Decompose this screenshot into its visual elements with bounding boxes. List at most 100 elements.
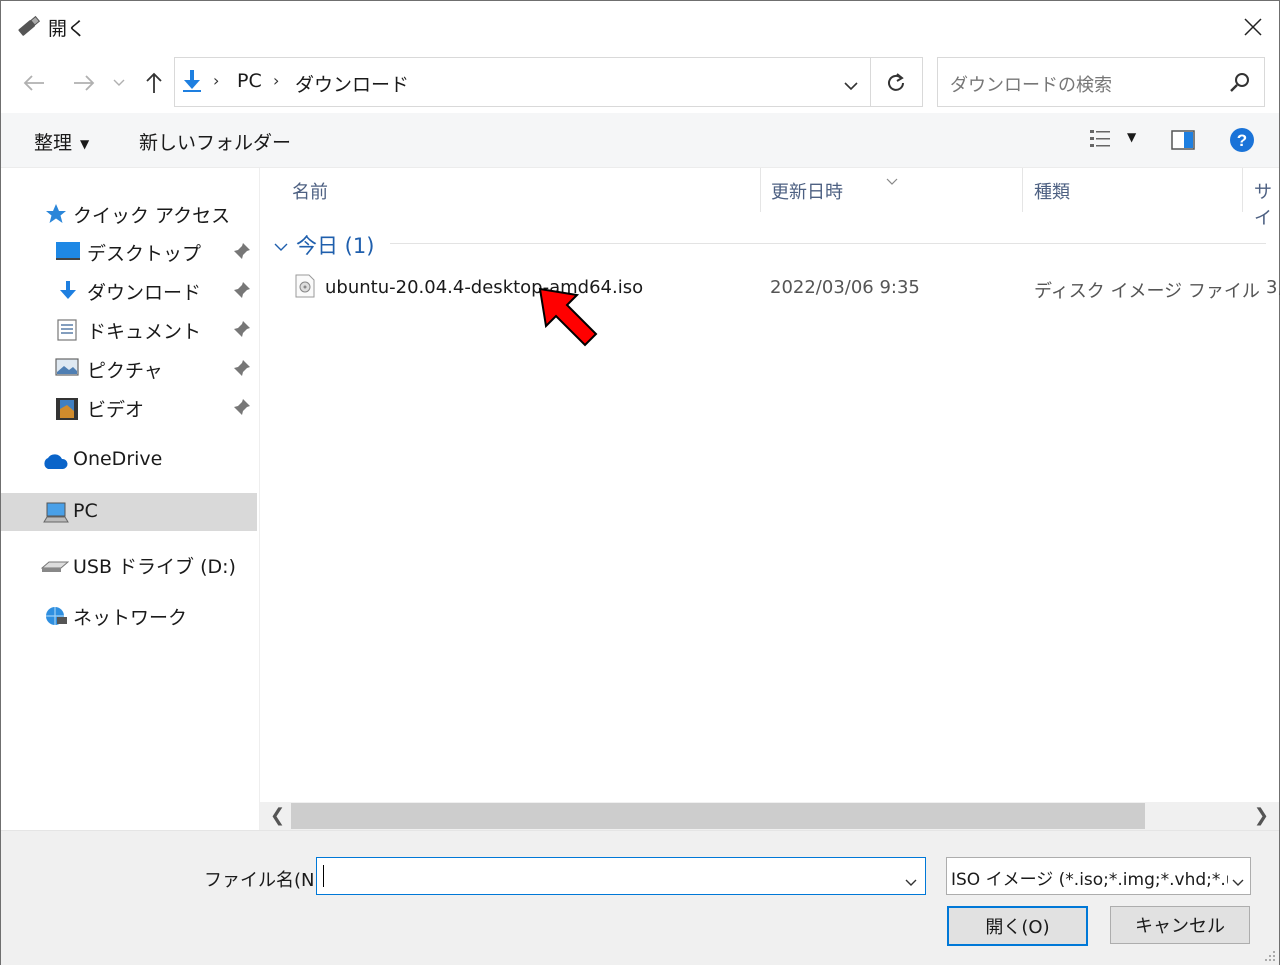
command-toolbar: 整理 ▼ 新しいフォルダー ▼ ? — [1, 113, 1279, 168]
chevron-down-icon — [905, 879, 917, 886]
open-button[interactable]: 開く(O) — [947, 906, 1088, 946]
pin-icon — [234, 321, 250, 337]
file-type-filter-select[interactable]: ISO イメージ (*.iso;*.img;*.vhd;*.u — [946, 857, 1251, 895]
computer-icon — [43, 502, 69, 523]
sidebar-item-label: デスクトップ — [87, 243, 202, 265]
resize-grip-icon[interactable] — [1264, 950, 1276, 962]
close-button[interactable] — [1231, 7, 1275, 47]
address-history-button[interactable] — [844, 74, 858, 96]
sidebar-item-label: ビデオ — [87, 399, 145, 421]
text-caret — [323, 865, 324, 887]
view-options-button[interactable]: ▼ — [1089, 128, 1136, 155]
column-header-type[interactable]: 種類 — [1034, 178, 1070, 204]
sidebar-item-label: OneDrive — [73, 448, 163, 470]
sidebar-item-label: PC — [73, 500, 98, 522]
sidebar-item-onedrive[interactable]: OneDrive — [1, 441, 257, 479]
filename-history-button[interactable] — [905, 870, 917, 892]
network-icon — [46, 607, 67, 625]
file-type: ディスク イメージ ファイル — [1034, 281, 1260, 302]
desktop-icon — [56, 242, 80, 260]
sidebar-item-downloads[interactable]: ダウンロード — [1, 271, 257, 309]
sort-indicator-icon — [886, 168, 898, 190]
group-header-today[interactable]: 今日 (1) — [274, 230, 374, 260]
scrollbar-thumb[interactable] — [291, 803, 1145, 829]
file-list-pane: 名前 更新日時 種類 サイ 今日 (1) ubuntu-20.04.4-desk… — [260, 168, 1280, 802]
search-input[interactable]: ダウンロードの検索 — [950, 71, 1112, 97]
file-type-filter-value: ISO イメージ (*.iso;*.img;*.vhd;*.u — [951, 870, 1237, 890]
recent-locations-button[interactable] — [107, 66, 131, 100]
refresh-icon — [888, 73, 904, 91]
download-icon — [60, 281, 76, 299]
filename-label: ファイル名(N): — [204, 870, 328, 891]
help-icon: ? — [1230, 128, 1254, 152]
scroll-right-icon[interactable]: ❯ — [1254, 805, 1269, 826]
pin-icon — [234, 243, 250, 259]
sidebar-item-label: USB ドライブ (D:) — [73, 556, 236, 578]
cancel-button[interactable]: キャンセル — [1110, 906, 1250, 944]
preview-pane-icon — [1171, 130, 1195, 150]
sidebar-item-pictures[interactable]: ピクチャ — [1, 349, 257, 387]
filename-input[interactable] — [316, 857, 926, 895]
svg-text:?: ? — [1237, 131, 1247, 150]
up-button[interactable] — [139, 66, 169, 100]
sidebar-item-label: クイック アクセス — [73, 205, 231, 227]
chevron-down-icon — [844, 82, 858, 91]
search-box[interactable]: ダウンロードの検索 — [937, 57, 1265, 107]
file-modified: 2022/03/06 9:35 — [770, 277, 920, 298]
new-folder-button[interactable]: 新しいフォルダー — [139, 128, 291, 155]
group-label: 今日 (1) — [296, 234, 375, 258]
navigation-pane: クイック アクセス デスクトップ ダウンロード ドキュメント ピクチャ ビデオ — [1, 168, 260, 830]
help-button[interactable]: ? — [1229, 127, 1255, 158]
caret-down-icon: ▼ — [80, 136, 90, 151]
title-bar: 開く — [1, 1, 1279, 53]
organize-label: 整理 — [34, 132, 73, 154]
up-arrow-icon — [146, 72, 162, 93]
breadcrumb-separator: › — [213, 71, 220, 90]
refresh-button[interactable] — [870, 57, 923, 107]
usb-drive-icon — [41, 561, 69, 572]
preview-pane-button[interactable] — [1171, 130, 1195, 155]
column-divider[interactable] — [760, 168, 761, 212]
window-title: 開く — [48, 18, 87, 40]
caret-down-icon: ▼ — [1127, 130, 1137, 144]
forward-button[interactable] — [69, 66, 99, 100]
pin-icon — [234, 282, 250, 298]
file-size: 3, — [1266, 277, 1280, 298]
back-button[interactable] — [19, 66, 49, 100]
sidebar-item-pc[interactable]: PC — [1, 493, 257, 531]
column-divider[interactable] — [1022, 168, 1023, 212]
column-header-name[interactable]: 名前 — [292, 178, 328, 204]
column-header-modified[interactable]: 更新日時 — [771, 178, 843, 204]
sidebar-item-documents[interactable]: ドキュメント — [1, 310, 257, 348]
sidebar-item-label: ドキュメント — [87, 321, 202, 343]
sidebar-item-usb-drive[interactable]: USB ドライブ (D:) — [1, 545, 257, 583]
download-icon — [181, 69, 203, 98]
horizontal-scrollbar[interactable]: ❮ ❯ — [260, 802, 1279, 830]
sidebar-item-quick-access[interactable]: クイック アクセス — [1, 194, 257, 232]
back-arrow-icon — [23, 75, 44, 91]
organize-button[interactable]: 整理 ▼ — [34, 128, 89, 155]
video-icon — [56, 398, 78, 420]
breadcrumb-downloads[interactable]: ダウンロード — [295, 70, 409, 97]
close-icon — [1244, 18, 1262, 36]
star-icon — [46, 204, 66, 223]
column-divider[interactable] — [1242, 168, 1243, 212]
sidebar-item-videos[interactable]: ビデオ — [1, 388, 257, 426]
search-icon — [1230, 72, 1250, 97]
scroll-left-icon[interactable]: ❮ — [270, 805, 285, 826]
annotation-arrow-icon — [538, 287, 598, 347]
column-header-size[interactable]: サイ — [1254, 178, 1279, 230]
breadcrumb-separator: › — [273, 71, 280, 90]
pin-icon — [234, 399, 250, 415]
navigation-bar: › PC › ダウンロード ダウンロードの検索 — [1, 53, 1279, 113]
file-row[interactable]: ubuntu-20.04.4-desktop-amd64.iso 2022/03… — [260, 268, 1280, 306]
address-bar[interactable]: › PC › ダウンロード — [174, 57, 871, 107]
details-view-icon — [1090, 130, 1110, 147]
sidebar-item-label: ピクチャ — [87, 360, 163, 382]
pictures-icon — [55, 358, 79, 376]
sidebar-item-label: ネットワーク — [73, 607, 188, 629]
sidebar-item-network[interactable]: ネットワーク — [1, 596, 257, 634]
sidebar-item-desktop[interactable]: デスクトップ — [1, 232, 257, 270]
cloud-icon — [44, 454, 68, 469]
breadcrumb-pc[interactable]: PC — [237, 70, 262, 92]
